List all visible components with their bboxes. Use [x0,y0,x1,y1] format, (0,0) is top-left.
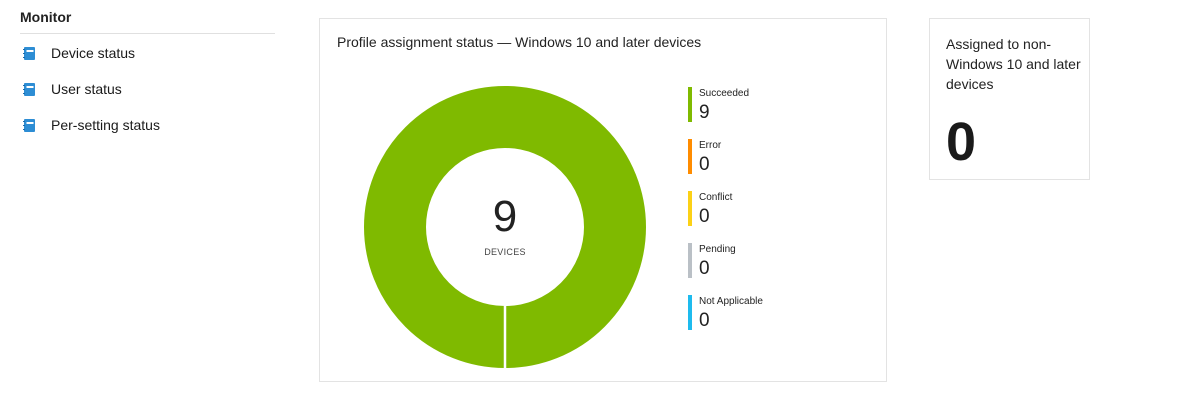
nav-item-label: Device status [51,45,136,61]
legend-value: 9 [699,102,710,123]
nav-item-per-setting-status[interactable]: Per-setting status [20,107,275,143]
legend-label: Pending [699,244,736,255]
legend-value: 0 [699,206,710,227]
notebook-icon [23,118,35,132]
legend-color-bar [688,87,692,122]
monitor-sidebar: Monitor Device status User status Per-se… [20,9,275,143]
card-title: Profile assignment status — Windows 10 a… [337,34,702,50]
notebook-icon [23,82,35,96]
legend-color-bar [688,139,692,174]
legend-label: Not Applicable [699,296,763,307]
donut-total-value: 9 [492,192,518,241]
nav-item-device-status[interactable]: Device status [20,35,275,71]
monitor-nav-list: Device status User status Per-setting st… [20,35,275,143]
legend-value: 0 [699,154,710,175]
nav-item-user-status[interactable]: User status [20,71,275,107]
legend-label: Succeeded [699,88,750,99]
legend-color-bar [688,243,692,278]
legend-color-bar [688,191,692,226]
legend-label: Error [699,140,722,151]
monitor-section-title: Monitor [20,9,275,34]
notebook-icon [23,46,35,60]
side-card-value: 0 [946,112,977,172]
non-windows-devices-card[interactable]: Assigned to non-Windows 10 and later dev… [929,18,1090,180]
nav-item-label: Per-setting status [51,117,160,133]
legend-color-bar [688,295,692,330]
legend-value: 0 [699,258,710,279]
side-card-title: Assigned to non-Windows 10 and later dev… [946,36,1081,92]
legend-label: Conflict [699,192,733,203]
legend-value: 0 [699,310,710,331]
donut-total-label: DEVICES [484,247,526,257]
profile-assignment-status-card[interactable]: Profile assignment status — Windows 10 a… [319,18,887,382]
nav-item-label: User status [51,81,122,97]
